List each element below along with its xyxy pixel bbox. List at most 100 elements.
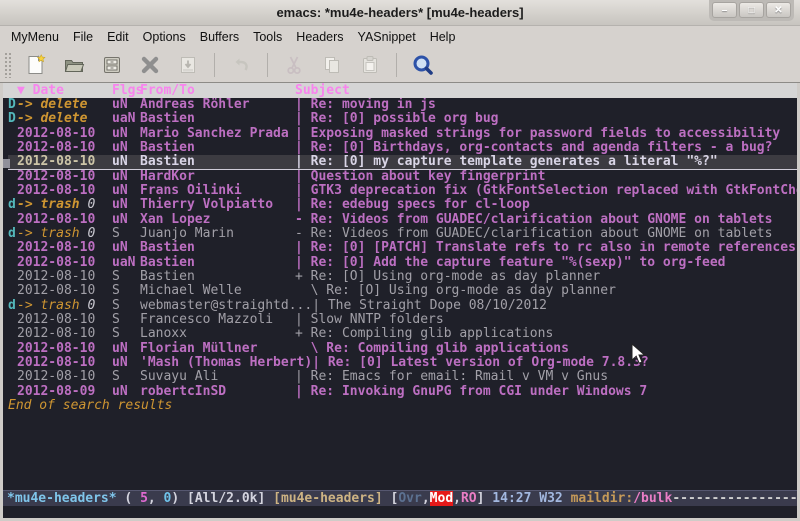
- menu-options[interactable]: Options: [136, 28, 193, 46]
- message-row[interactable]: 2012-08-10SBastien+ Re: [O] Using org-mo…: [8, 270, 797, 284]
- date-cell: 2012-08-10: [17, 327, 112, 341]
- message-row[interactable]: d-> trash 0uNThierry Volpiatto| Re: edeb…: [8, 198, 797, 212]
- flags-column-header[interactable]: Flgs: [112, 83, 140, 98]
- save-buffer-button[interactable]: [95, 50, 129, 80]
- menu-file[interactable]: File: [66, 28, 100, 46]
- date-cell: 2012-08-10: [17, 313, 112, 327]
- message-row[interactable]: 2012-08-10uNBastien| Re: [0] my capture …: [8, 155, 797, 169]
- toolbar-buttons: [19, 50, 440, 80]
- toolbar-separator: [396, 53, 397, 77]
- undo-icon: [229, 53, 253, 77]
- from-cell: Xan Lopez: [140, 213, 295, 227]
- message-row[interactable]: D-> deleteuNAndreas Röhler| Re: moving i…: [8, 98, 797, 112]
- message-row[interactable]: 2012-08-10SMichael Welle \ Re: [O] Using…: [8, 284, 797, 298]
- titlebar[interactable]: emacs: *mu4e-headers* [mu4e-headers] –□✕: [0, 0, 800, 26]
- message-row[interactable]: 2012-08-10uNXan Lopez- Re: Videos from G…: [8, 213, 797, 227]
- subject-cell: | GTK3 deprecation fix (GtkFontSelection…: [295, 184, 797, 198]
- subject-cell: + Re: Compiling glib applications: [295, 327, 797, 341]
- modeline-segment: [All/2.0k]: [187, 491, 273, 506]
- from-cell: Bastien: [140, 270, 295, 284]
- flags-cell: uN: [112, 356, 140, 370]
- from-cell: Bastien: [140, 241, 295, 255]
- subject-cell: | Slow NNTP folders: [295, 313, 797, 327]
- mark-flag: d: [8, 299, 17, 313]
- buffer-area: ▼ Date Flgs From/To Subject D-> deleteuN…: [3, 83, 797, 518]
- flags-cell: S: [112, 270, 140, 284]
- new-file-button[interactable]: [19, 50, 53, 80]
- message-row[interactable]: 2012-08-10uNBastien| Re: [0] Birthdays, …: [8, 141, 797, 155]
- menu-help[interactable]: Help: [423, 28, 463, 46]
- message-row[interactable]: 2012-08-10uNFrans Oilinki| GTK3 deprecat…: [8, 184, 797, 198]
- flags-cell: uN: [112, 241, 140, 255]
- toolbar: [0, 47, 800, 83]
- mark-flag: [8, 342, 17, 356]
- date-cell: 2012-08-09: [17, 385, 112, 399]
- menu-mymenu[interactable]: MyMenu: [4, 28, 66, 46]
- modeline-segment: Ovr: [398, 491, 421, 506]
- mark-flag: [8, 356, 17, 370]
- subject-cell: | Re: Invoking GnuPG from CGI under Wind…: [295, 385, 797, 399]
- close-button[interactable]: ✕: [766, 2, 791, 18]
- sort-descending-icon[interactable]: ▼: [17, 83, 25, 98]
- flags-cell: uN: [112, 184, 140, 198]
- from-cell: robertcInSD: [140, 385, 295, 399]
- flags-cell: uaN: [112, 256, 140, 270]
- mark-flag: D: [8, 98, 17, 112]
- toolbar-separator: [214, 53, 215, 77]
- mark-flag: [8, 270, 17, 284]
- modeline-segment: Mod: [430, 491, 453, 506]
- message-row[interactable]: 2012-08-10SFrancesco Mazzoli| Slow NNTP …: [8, 313, 797, 327]
- headers-column-header: ▼ Date Flgs From/To Subject: [3, 83, 797, 98]
- date-cell: 2012-08-10: [17, 256, 112, 270]
- save-buffer-icon: [100, 53, 124, 77]
- flags-cell: uN: [112, 385, 140, 399]
- date-cell: 2012-08-10: [17, 284, 112, 298]
- subject-column-header[interactable]: Subject: [295, 83, 797, 98]
- date-cell: -> delete: [17, 112, 112, 126]
- menu-tools[interactable]: Tools: [246, 28, 289, 46]
- message-row[interactable]: D-> deleteuaNBastien| Re: [0] possible o…: [8, 112, 797, 126]
- message-row[interactable]: 2012-08-10uNMario Sanchez Prada| Exposin…: [8, 127, 797, 141]
- mark-flag: d: [8, 198, 17, 212]
- modeline-segment: (: [117, 491, 140, 506]
- from-cell: Bastien: [140, 141, 295, 155]
- message-row[interactable]: 2012-08-10uN'Mash (Thomas Herbert)| Re: …: [8, 356, 797, 370]
- from-column-header[interactable]: From/To: [140, 83, 295, 98]
- minibuffer-echo-area: [3, 506, 797, 518]
- subject-cell: | Re: moving in js: [295, 98, 797, 112]
- date-cell: -> delete: [17, 98, 112, 112]
- message-row[interactable]: 2012-08-09uNrobertcInSD| Re: Invoking Gn…: [8, 385, 797, 399]
- minimize-button[interactable]: –: [712, 2, 737, 18]
- subject-cell: | The Straight Dope 08/10/2012: [312, 299, 797, 313]
- message-row[interactable]: 2012-08-10SLanoxx+ Re: Compiling glib ap…: [8, 327, 797, 341]
- toolbar-grip-handle[interactable]: [4, 52, 13, 78]
- maximize-button[interactable]: □: [739, 2, 764, 18]
- message-row[interactable]: 2012-08-10SSuvayu Ali| Re: Emacs for ema…: [8, 370, 797, 384]
- open-folder-button[interactable]: [57, 50, 91, 80]
- flags-cell: S: [112, 370, 140, 384]
- search-button[interactable]: [406, 50, 440, 80]
- menu-edit[interactable]: Edit: [100, 28, 136, 46]
- date-cell: 2012-08-10: [17, 342, 112, 356]
- modeline-segment: ): [171, 491, 187, 506]
- menu-buffers[interactable]: Buffers: [193, 28, 246, 46]
- flags-cell: S: [112, 313, 140, 327]
- close-buffer-button[interactable]: [133, 50, 167, 80]
- message-row[interactable]: 2012-08-10uNFlorian Müllner \ Re: Compil…: [8, 342, 797, 356]
- date-column-header[interactable]: ▼ Date: [17, 83, 112, 98]
- flags-cell: uN: [112, 170, 140, 184]
- flags-cell: uN: [112, 342, 140, 356]
- message-row[interactable]: d-> trash 0SJuanjo Marin- Re: Videos fro…: [8, 227, 797, 241]
- date-cell: 2012-08-10: [17, 141, 112, 155]
- date-cell: 2012-08-10: [17, 241, 112, 255]
- message-row[interactable]: d-> trash 0Swebmaster@straightd...| The …: [8, 299, 797, 313]
- menu-yasnippet[interactable]: YASnippet: [351, 28, 423, 46]
- date-cell: 2012-08-10: [17, 270, 112, 284]
- message-row[interactable]: 2012-08-10uNBastien| Re: [0] [PATCH] Tra…: [8, 241, 797, 255]
- trash-target: 0: [80, 298, 96, 313]
- menu-headers[interactable]: Headers: [289, 28, 350, 46]
- message-row[interactable]: 2012-08-10uaNBastien| Re: [0] Add the ca…: [8, 256, 797, 270]
- subject-cell: - Re: Videos from GUADEC/clarification a…: [295, 227, 797, 241]
- message-row[interactable]: 2012-08-10uNHardKor| Question about key …: [8, 170, 797, 184]
- from-cell: Michael Welle: [140, 284, 295, 298]
